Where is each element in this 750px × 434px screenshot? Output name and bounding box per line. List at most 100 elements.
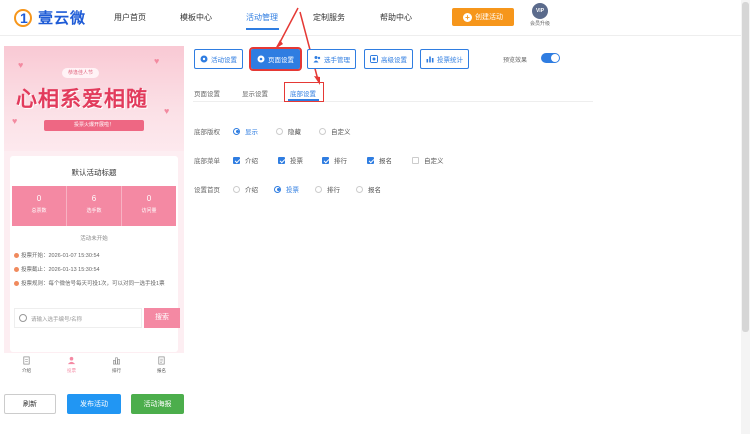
checkbox-checked [367, 156, 374, 164]
settings-badge-icon [200, 55, 208, 63]
contestant-search: 请输入选手编号/名称 搜索 [14, 308, 180, 328]
checkbox-checked [322, 156, 329, 164]
heart-icon: ♥ [164, 106, 170, 116]
users-icon [313, 56, 321, 63]
radio-checked [233, 127, 240, 135]
menu-custom-checkbox[interactable]: 自定义 [412, 155, 444, 165]
highlight-box [284, 82, 324, 102]
stat-label: 选手数 [86, 208, 102, 214]
radio-unchecked [315, 185, 322, 193]
nav-custom-service[interactable]: 定制服务 [313, 12, 345, 23]
nav-activity-management[interactable]: 活动管理 [246, 12, 278, 23]
option-label: 排行 [327, 187, 340, 194]
radio-unchecked [356, 185, 363, 193]
option-label: 报名 [368, 187, 381, 194]
checkbox-checked [278, 156, 285, 164]
bottom-menu-ranking[interactable]: 排行 [94, 354, 139, 380]
contestant-management-button[interactable]: 选手管理 [307, 49, 356, 69]
copyright-show-radio[interactable]: 显示 [233, 126, 258, 136]
activity-poster-button[interactable]: 活动海报 [131, 394, 184, 414]
radio-unchecked [319, 127, 326, 135]
activity-settings-button[interactable]: 活动设置 [194, 49, 243, 69]
menu-ranking-checkbox[interactable]: 排行 [322, 155, 347, 165]
bottom-menu-label: 排行 [112, 368, 121, 373]
activity-settings-label: 活动设置 [211, 57, 237, 64]
bottom-menu-label: 投票 [67, 368, 76, 373]
bottom-copyright-label: 底部版权 [194, 129, 220, 136]
option-label: 隐藏 [288, 129, 301, 136]
heart-icon: ♥ [12, 116, 18, 126]
home-signup-radio[interactable]: 报名 [356, 184, 381, 194]
preview-effect-label: 预览效果 [503, 58, 528, 64]
tab-display-settings[interactable]: 显示设置 [242, 88, 268, 98]
stat-value: 0 [146, 194, 152, 203]
home-ranking-radio[interactable]: 排行 [315, 184, 340, 194]
bottom-menu-signup[interactable]: 报名 [139, 354, 184, 380]
heart-icon: ♥ [154, 56, 160, 66]
bottom-menu-vote[interactable]: 投票 [49, 354, 94, 380]
advanced-settings-label: 高级设置 [381, 57, 407, 64]
plus-icon: + [463, 12, 472, 22]
option-label: 介绍 [245, 158, 258, 165]
stat-value: 6 [91, 194, 97, 203]
tab-divider [193, 101, 593, 102]
tab-page-settings[interactable]: 页面设置 [194, 88, 220, 98]
checkbox-unchecked [412, 156, 419, 164]
banner-pill: 恭逢佳人节 [62, 68, 100, 78]
search-input[interactable]: 请输入选手编号/名称 [14, 308, 142, 328]
nav-help-center[interactable]: 帮助中心 [380, 12, 412, 23]
search-placeholder: 请输入选手编号/名称 [31, 317, 83, 323]
nav-template-center[interactable]: 模板中心 [180, 12, 212, 23]
advanced-settings-button[interactable]: 高级设置 [364, 49, 413, 69]
banner-title: 心相系爱相随 [16, 86, 148, 111]
signup-icon [158, 356, 165, 365]
activity-status: 活动未开始 [80, 236, 108, 242]
gear-icon [257, 55, 265, 63]
home-intro-radio[interactable]: 介绍 [233, 184, 258, 194]
radio-unchecked [276, 127, 283, 135]
scrollbar-thumb[interactable] [742, 2, 749, 332]
svg-text:1: 1 [20, 10, 28, 26]
bar-chart-icon [426, 56, 434, 63]
publish-activity-button[interactable]: 发布活动 [67, 394, 121, 414]
bottom-menu-label: 报名 [157, 368, 166, 373]
vote-rule-text: 投票规则：每个微信号每天可投1次，可以对同一选手投1票 [21, 281, 165, 287]
preview-effect-toggle[interactable] [541, 53, 560, 63]
search-button[interactable]: 搜索 [144, 308, 180, 328]
menu-intro-checkbox[interactable]: 介绍 [233, 155, 258, 165]
menu-vote-checkbox[interactable]: 投票 [278, 155, 303, 165]
vip-upgrade[interactable]: VIP 会员升级 [524, 3, 556, 27]
banner: ♥ ♥ ♥ ♥ 恭逢佳人节 心相系爱相随 投票火爆开展啦！ [4, 46, 184, 151]
bottom-menu-intro[interactable]: 介绍 [4, 354, 49, 380]
vip-icon: VIP [532, 3, 548, 19]
page-settings-button[interactable]: 页面设置 [249, 47, 302, 71]
option-label: 排行 [334, 158, 347, 165]
copyright-custom-radio[interactable]: 自定义 [319, 126, 351, 136]
dot-icon [14, 253, 19, 258]
activity-card: 默认活动标题 0 总票数 6 选手数 0 访问量 活动未开始 投票开始：2026… [10, 156, 180, 352]
preview-bottom-menu: 介绍 投票 排行 报名 [4, 354, 184, 380]
page-settings-label: 页面设置 [268, 57, 294, 64]
vote-rule-info: 投票规则：每个微信号每天可投1次，可以对同一选手投1票 [14, 280, 174, 289]
refresh-button[interactable]: 刷新 [4, 394, 56, 414]
mobile-preview: ♥ ♥ ♥ ♥ 恭逢佳人节 心相系爱相随 投票火爆开展啦！ 默认活动标题 0 总… [4, 46, 184, 353]
option-label: 自定义 [331, 129, 351, 136]
top-navigation: 1 壹云微 用户首页 模板中心 活动管理 定制服务 帮助中心 + 创建活动 VI… [0, 0, 750, 36]
stats-bar: 0 总票数 6 选手数 0 访问量 [12, 186, 176, 226]
user-icon [67, 356, 76, 365]
copyright-hide-radio[interactable]: 隐藏 [276, 126, 301, 136]
contestant-management-label: 选手管理 [324, 57, 350, 64]
radio-checked [274, 185, 281, 193]
activity-title: 默认活动标题 [71, 168, 117, 177]
home-page-label: 设置首页 [194, 187, 220, 194]
bottom-menu-label: 介绍 [22, 368, 31, 373]
logo[interactable]: 1 壹云微 [12, 5, 86, 29]
home-vote-radio[interactable]: 投票 [274, 184, 299, 194]
menu-signup-checkbox[interactable]: 报名 [367, 155, 392, 165]
advanced-icon [370, 55, 378, 63]
option-label: 介绍 [245, 187, 258, 194]
vote-statistics-button[interactable]: 投票统计 [420, 49, 469, 69]
nav-user-home[interactable]: 用户首页 [114, 12, 146, 23]
vote-start-text: 投票开始：2026-01-07 15:30:54 [21, 253, 100, 259]
create-activity-button[interactable]: + 创建活动 [452, 8, 514, 26]
